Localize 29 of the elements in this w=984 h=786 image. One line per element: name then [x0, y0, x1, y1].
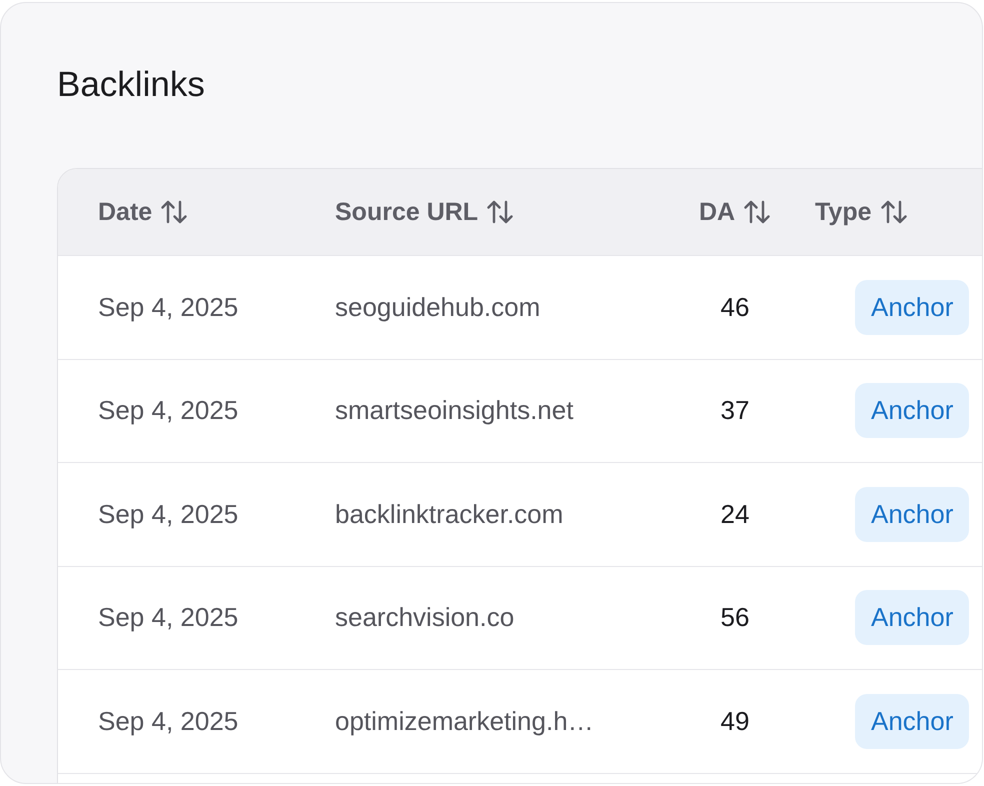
- panel-title: Backlinks: [57, 64, 205, 106]
- type-badge: Anchor: [855, 280, 970, 335]
- type-badge: Anchor: [855, 486, 970, 542]
- url-cell: seoguidehub.com: [335, 292, 540, 323]
- url-cell: searchvision.co: [335, 602, 514, 634]
- da-cell: 49: [720, 706, 750, 737]
- da-cell: 46: [720, 292, 750, 323]
- date-cell: Sep 4, 2025: [98, 395, 238, 426]
- column-header[interactable]: Type: [815, 198, 908, 226]
- url-cell: backlinktracker.com: [335, 498, 564, 530]
- da-cell: 56: [720, 602, 750, 634]
- sort-icon: [743, 199, 772, 225]
- url-cell: smartseoinsights.net: [335, 395, 574, 426]
- type-badge: Anchor: [855, 694, 970, 749]
- date-cell: Sep 4, 2025: [98, 602, 238, 634]
- column-header[interactable]: Date: [98, 198, 188, 226]
- type-badge: Anchor: [855, 590, 970, 646]
- url-cell: optimizemarketing.h…: [335, 706, 594, 737]
- type-badge: Anchor: [855, 383, 970, 438]
- date-cell: Sep 4, 2025: [98, 706, 238, 737]
- column-header[interactable]: Source URL: [335, 198, 514, 226]
- da-cell: 24: [720, 498, 750, 530]
- sort-icon: [486, 199, 514, 225]
- sort-icon: [160, 199, 188, 225]
- sort-icon: [880, 199, 908, 225]
- date-cell: Sep 4, 2025: [98, 292, 238, 323]
- column-header[interactable]: DA: [698, 198, 772, 226]
- da-cell: 37: [720, 395, 750, 426]
- date-cell: Sep 4, 2025: [98, 498, 238, 530]
